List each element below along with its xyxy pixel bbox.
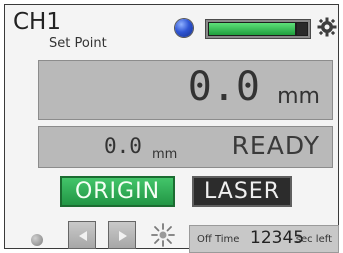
progress-track-end — [297, 23, 307, 35]
off-time-panel: Off Time 12345 sec left — [189, 225, 339, 253]
setpoint-label: Set Point — [49, 36, 107, 51]
gear-icon[interactable] — [317, 17, 337, 37]
position-display: 0.0 mm — [38, 60, 333, 120]
arrow-right-icon — [119, 231, 127, 241]
indicator-dot-icon — [31, 234, 43, 246]
channel-label: CH1 — [13, 9, 61, 35]
move-left-button[interactable] — [68, 221, 96, 249]
progress-fill — [209, 23, 295, 35]
position-value: 0.0 — [187, 64, 260, 110]
status-unit: mm — [152, 147, 178, 162]
sun-icon — [151, 223, 175, 247]
position-unit: mm — [277, 84, 320, 109]
laser-button[interactable]: LASER — [192, 176, 292, 207]
status-value: 0.0 — [104, 134, 142, 158]
status-led-icon — [175, 19, 193, 37]
status-display: 0.0 mm READY — [38, 126, 333, 168]
arrow-left-icon — [79, 231, 87, 241]
off-time-unit: sec left — [295, 234, 332, 245]
controller-panel: CH1 Set Point 0.0 mm 0.0 mm READY ORIGIN… — [4, 4, 339, 253]
progress-bar — [205, 19, 311, 39]
status-state: READY — [231, 131, 320, 160]
off-time-label: Off Time — [197, 234, 240, 245]
move-right-button[interactable] — [108, 221, 136, 249]
origin-button[interactable]: ORIGIN — [60, 176, 175, 207]
